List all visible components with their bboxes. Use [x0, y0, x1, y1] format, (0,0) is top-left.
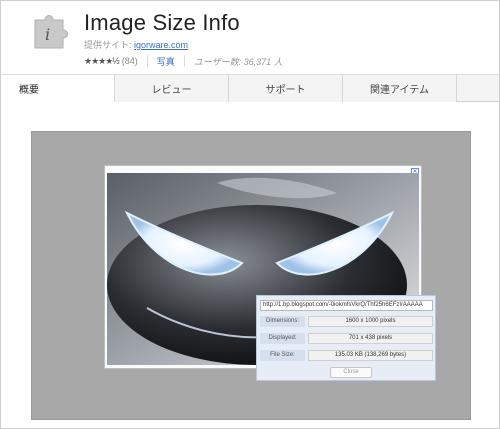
provider-label: 提供サイト: — [84, 40, 135, 50]
displayed-value: 701 x 438 pixels — [308, 333, 433, 344]
file-size-row: File Size: 135.03 KB (138,269 bytes) — [260, 350, 433, 361]
image-info-popup: http://1.bp.blogspot.com/-0iokmfsVkrQ/Th… — [256, 295, 436, 381]
divider — [146, 55, 148, 67]
provider-line: 提供サイト: igorware.com — [84, 38, 188, 51]
file-size-label: File Size: — [260, 350, 305, 361]
user-count: ユーザー数: 36,371 人 — [193, 56, 283, 67]
displayed-row: Displayed: 701 x 438 pixels — [260, 333, 433, 344]
svg-text:i: i — [45, 25, 50, 44]
image-url-field: http://1.bp.blogspot.com/-0iokmfsVkrQ/Th… — [260, 300, 433, 311]
extension-header: i Image Size Info 提供サイト: igorware.com ★★… — [1, 1, 499, 73]
puzzle-piece-icon: i — [31, 10, 73, 52]
rating-stars: ★★★★½ — [84, 55, 120, 66]
tab-support[interactable]: サポート — [229, 75, 343, 102]
rating-count[interactable]: (84) — [122, 56, 138, 66]
dimensions-value: 1600 x 1000 pixels — [308, 316, 433, 327]
displayed-label: Displayed: — [260, 333, 305, 344]
tab-related-items[interactable]: 関連アイテム — [343, 75, 457, 102]
provider-link[interactable]: igorware.com — [134, 40, 188, 50]
photos-link[interactable]: 写真 — [157, 55, 175, 68]
rating-row: ★★★★½ (84) 写真 ユーザー数: 36,371 人 — [84, 54, 283, 68]
tab-reviews[interactable]: レビュー — [115, 75, 229, 102]
divider — [183, 55, 185, 67]
tab-overview[interactable]: 概要 — [1, 75, 115, 103]
dimensions-label: Dimensions: — [260, 316, 305, 327]
dimensions-row: Dimensions: 1600 x 1000 pixels — [260, 316, 433, 327]
file-size-value: 135.03 KB (138,269 bytes) — [308, 350, 433, 361]
popup-close-button: Close — [330, 367, 372, 378]
extension-title: Image Size Info — [84, 10, 240, 35]
tab-bar: 概要 レビュー サポート 関連アイテム — [1, 74, 499, 103]
